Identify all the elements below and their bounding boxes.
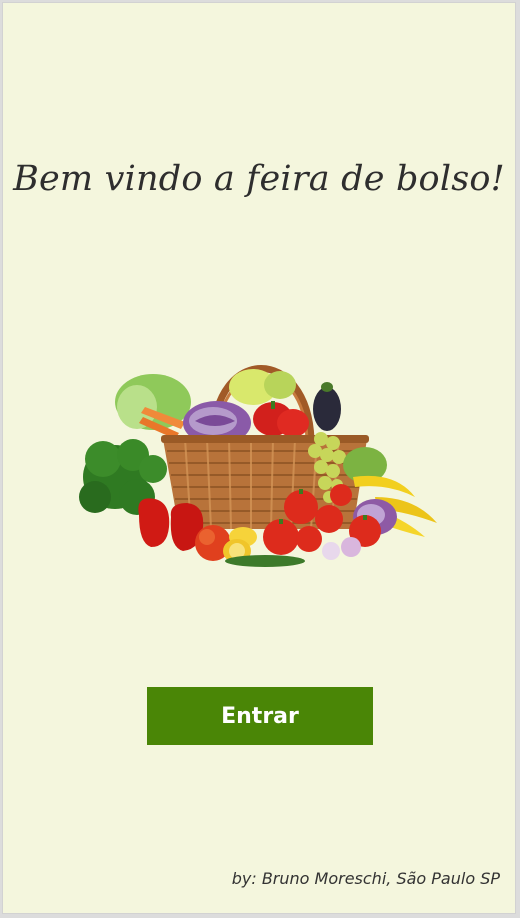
- welcome-title: Bem vindo a feira de bolso!: [13, 159, 505, 199]
- vegetable-basket-image: [79, 365, 437, 567]
- enter-button[interactable]: Entrar: [147, 687, 373, 745]
- app-screen: Bem vindo a feira de bolso! Entrar by: B…: [2, 2, 516, 914]
- author-credit: by: Bruno Moreschi, São Paulo SP: [231, 869, 500, 888]
